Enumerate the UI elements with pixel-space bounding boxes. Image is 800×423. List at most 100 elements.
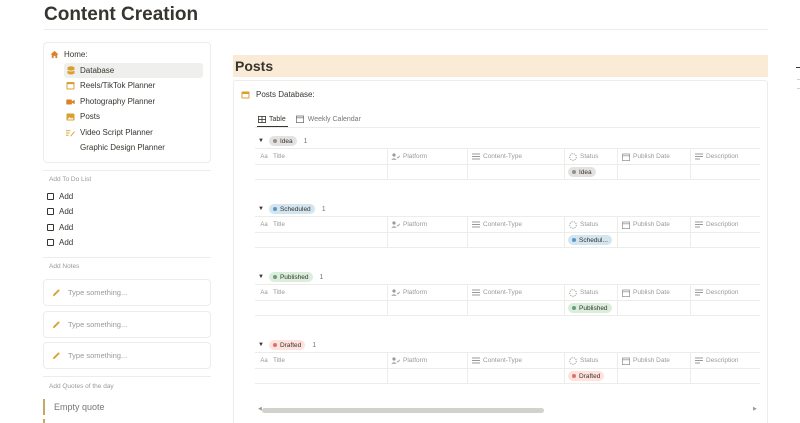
- column-header[interactable]: Publish Date: [621, 285, 670, 300]
- todo-text: Add: [59, 192, 74, 201]
- column-header-label: Description: [706, 221, 739, 228]
- page-title: Content Creation: [44, 4, 199, 25]
- status-text: Published: [579, 304, 608, 312]
- nav-item-posts[interactable]: Posts: [64, 109, 203, 124]
- column-divider: [467, 149, 468, 164]
- column-header-label: Title: [273, 289, 286, 296]
- table-row[interactable]: Published: [255, 301, 760, 316]
- status-badge[interactable]: Drafted: [568, 371, 605, 381]
- note-input[interactable]: Type something...: [43, 311, 211, 338]
- column-divider: [617, 233, 618, 248]
- status-icon: [568, 220, 577, 229]
- column-header[interactable]: Status: [568, 353, 598, 368]
- todo-item[interactable]: Add: [47, 192, 73, 201]
- column-header[interactable]: Status: [568, 285, 598, 300]
- navigation-panel: Home: Database Reels/TikTok Planner Phot…: [43, 42, 211, 163]
- group-header[interactable]: ▼ Scheduled 1: [258, 204, 326, 214]
- column-header[interactable]: Platform: [391, 285, 427, 300]
- column-header[interactable]: Description: [694, 149, 739, 164]
- column-header[interactable]: Status: [568, 217, 598, 232]
- tab-label: Weekly Calendar: [307, 115, 361, 123]
- tab-table[interactable]: Table: [257, 113, 286, 125]
- todo-item[interactable]: Add: [47, 207, 73, 216]
- collapse-triangle-icon[interactable]: ▼: [258, 274, 264, 280]
- nav-item-reels-planner[interactable]: Reels/TikTok Planner: [64, 78, 203, 93]
- column-header[interactable]: Status: [568, 149, 598, 164]
- column-header[interactable]: Platform: [391, 353, 427, 368]
- table-header: Aa Title Platform Content-Type Status Publish…: [255, 148, 760, 165]
- status-badge[interactable]: Schedul...: [568, 235, 612, 245]
- column-header[interactable]: Content-Type: [471, 149, 522, 164]
- note-input[interactable]: Type something...: [43, 279, 211, 306]
- database-title-text: Posts Database:: [256, 90, 315, 99]
- column-header[interactable]: Aa Title: [258, 285, 285, 300]
- todo-item[interactable]: Add: [47, 238, 73, 247]
- scroll-right-arrow[interactable]: ▶: [753, 406, 757, 412]
- checkbox[interactable]: [47, 239, 54, 246]
- column-header[interactable]: Platform: [391, 149, 427, 164]
- checkbox[interactable]: [47, 224, 54, 231]
- text-icon: Aa: [260, 289, 268, 296]
- group-count: 1: [312, 341, 317, 349]
- column-divider: [387, 369, 388, 384]
- column-header[interactable]: Aa Title: [258, 149, 285, 164]
- text-icon: Aa: [260, 221, 268, 228]
- column-header[interactable]: Content-Type: [471, 285, 522, 300]
- nav-item-video-script-planner[interactable]: Video Script Planner: [64, 125, 203, 140]
- collapse-triangle-icon[interactable]: ▼: [258, 342, 264, 348]
- collapse-triangle-icon[interactable]: ▼: [258, 138, 264, 144]
- column-header[interactable]: Publish Date: [621, 217, 670, 232]
- checkbox[interactable]: [47, 193, 54, 200]
- column-divider: [467, 353, 468, 368]
- status-badge[interactable]: Idea: [568, 167, 596, 177]
- nav-item-database[interactable]: Database: [64, 63, 203, 78]
- column-header[interactable]: Content-Type: [471, 217, 522, 232]
- group-header[interactable]: ▼ Drafted 1: [258, 340, 316, 350]
- video-camera-icon: [66, 97, 75, 106]
- pencil-icon: [52, 351, 61, 360]
- quote-bar: [43, 419, 45, 423]
- text-icon: Aa: [260, 357, 268, 364]
- status-badge[interactable]: Published: [568, 303, 612, 313]
- group-header[interactable]: ▼ Idea 1: [258, 136, 308, 146]
- column-divider: [564, 353, 565, 368]
- column-header[interactable]: Publish Date: [621, 353, 670, 368]
- text-icon: Aa: [260, 153, 268, 160]
- calendar-outline-icon: [621, 152, 630, 161]
- group-header[interactable]: ▼ Published 1: [258, 272, 323, 282]
- column-divider: [690, 369, 691, 384]
- tab-weekly-calendar[interactable]: Weekly Calendar: [296, 113, 361, 125]
- note-input[interactable]: Type something...: [43, 342, 211, 369]
- column-header[interactable]: Description: [694, 217, 739, 232]
- person-icon: [391, 220, 400, 229]
- list-icon: [471, 288, 480, 297]
- quote-block[interactable]: Empty quote: [43, 399, 105, 415]
- collapse-triangle-icon[interactable]: ▼: [258, 206, 264, 212]
- checkbox[interactable]: [47, 208, 54, 215]
- calendar-outline-icon: [621, 288, 630, 297]
- table-row[interactable]: Drafted: [255, 369, 760, 384]
- column-divider: [564, 217, 565, 232]
- text-lines-icon: [694, 288, 703, 297]
- column-header[interactable]: Aa Title: [258, 353, 285, 368]
- column-header[interactable]: Description: [694, 285, 739, 300]
- column-header[interactable]: Content-Type: [471, 353, 522, 368]
- column-header[interactable]: Aa Title: [258, 217, 285, 232]
- column-header[interactable]: Publish Date: [621, 149, 670, 164]
- table-row[interactable]: Schedul...: [255, 233, 760, 248]
- status-dot: [572, 170, 576, 174]
- nav-item-photography-planner[interactable]: Photography Planner: [64, 94, 203, 109]
- column-header[interactable]: Platform: [391, 217, 427, 232]
- nav-item-graphic-design-planner[interactable]: Graphic Design Planner: [64, 140, 203, 155]
- view-tabs: Table Weekly Calendar: [257, 113, 361, 125]
- column-header-label: Description: [706, 357, 739, 364]
- column-divider: [467, 165, 468, 180]
- horizontal-scrollbar[interactable]: [262, 408, 544, 413]
- column-header[interactable]: Description: [694, 353, 739, 368]
- table-row[interactable]: Idea: [255, 165, 760, 180]
- todo-item[interactable]: Add: [47, 223, 73, 232]
- group-pill: Idea: [268, 136, 297, 146]
- nav-home[interactable]: Home:: [50, 50, 88, 59]
- column-divider: [617, 353, 618, 368]
- nav-item-label: Reels/TikTok Planner: [80, 81, 156, 90]
